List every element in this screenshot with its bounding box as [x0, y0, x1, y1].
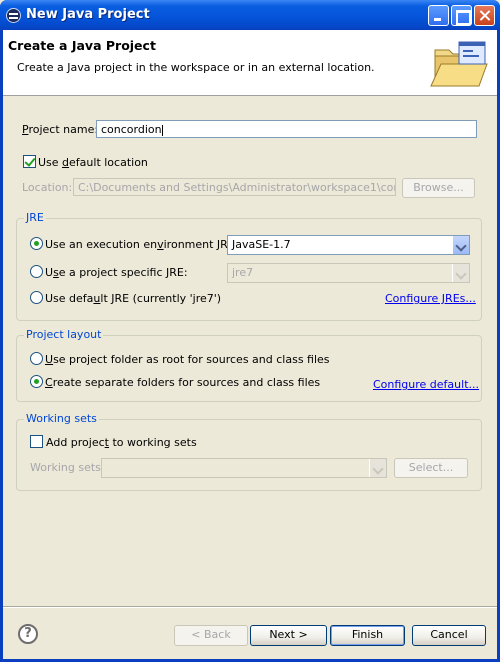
jre-execution-env-label[interactable]: Use an execution environment JRE:: [45, 238, 238, 251]
back-button[interactable]: < Back: [174, 625, 248, 646]
layout-separate-folders-radio[interactable]: [30, 375, 43, 388]
layout-root-folder-label[interactable]: Use project folder as root for sources a…: [45, 353, 330, 366]
configure-jres-link[interactable]: Configure JREs...: [385, 292, 476, 305]
jre-project-specific-label[interactable]: Use a project specific JRE:: [45, 266, 188, 279]
project-specific-jre-select[interactable]: jre7: [227, 263, 470, 283]
working-sets-group: [16, 419, 482, 491]
use-default-location-checkbox[interactable]: [23, 155, 36, 168]
maximize-button[interactable]: [451, 5, 472, 26]
chevron-down-icon[interactable]: [452, 264, 469, 282]
jre-project-specific-radio[interactable]: [30, 265, 43, 278]
jre-group-label: JRE: [24, 211, 46, 224]
minimize-button[interactable]: [428, 5, 449, 26]
configure-default-link[interactable]: Configure default...: [373, 378, 479, 391]
footer-separator: [3, 606, 497, 608]
browse-button[interactable]: Browse...: [402, 178, 475, 198]
add-to-working-sets-label[interactable]: Add project to working sets: [46, 436, 197, 449]
add-to-working-sets-checkbox[interactable]: [30, 435, 43, 448]
dialog-client: Create a Java Project Create a Java proj…: [3, 30, 497, 659]
working-sets-group-label: Working sets: [24, 412, 99, 425]
chevron-down-icon[interactable]: [369, 459, 386, 477]
location-input[interactable]: C:\Documents and Settings\Administrator\…: [73, 178, 396, 196]
project-layout-group: [16, 335, 482, 402]
finish-button[interactable]: Finish: [330, 625, 405, 646]
next-button[interactable]: Next >: [250, 625, 327, 646]
banner-description: Create a Java project in the workspace o…: [17, 61, 375, 74]
working-sets-label: Working sets:: [30, 461, 105, 474]
layout-separate-folders-label[interactable]: Create separate folders for sources and …: [45, 376, 320, 389]
project-name-label: Project name:: [22, 123, 99, 136]
folder-wizard-icon: [430, 41, 488, 87]
working-sets-select[interactable]: [101, 458, 387, 478]
execution-env-select[interactable]: JavaSE-1.7: [227, 235, 470, 255]
cancel-button[interactable]: Cancel: [412, 625, 486, 646]
layout-root-folder-radio[interactable]: [30, 352, 43, 365]
location-label: Location:: [22, 181, 73, 194]
banner-title: Create a Java Project: [8, 38, 156, 53]
close-button[interactable]: [474, 5, 495, 26]
project-name-input[interactable]: concordion: [96, 120, 477, 138]
jre-execution-env-radio[interactable]: [30, 237, 43, 250]
chevron-down-icon[interactable]: [452, 236, 469, 254]
wizard-window: New Java Project Create a Java Project C…: [0, 0, 500, 662]
title-bar[interactable]: New Java Project: [0, 0, 500, 30]
help-icon[interactable]: ?: [18, 624, 38, 644]
window-title: New Java Project: [26, 7, 150, 22]
text-caret: [161, 124, 163, 136]
use-default-location-label[interactable]: Use default location: [38, 156, 148, 169]
jre-default-radio[interactable]: [30, 291, 43, 304]
window-menu-icon[interactable]: [6, 8, 21, 23]
jre-default-label[interactable]: Use default JRE (currently 'jre7'): [45, 292, 221, 305]
wizard-banner: Create a Java Project Create a Java proj…: [3, 30, 497, 96]
select-working-sets-button[interactable]: Select...: [394, 458, 468, 478]
project-layout-group-label: Project layout: [24, 328, 104, 341]
